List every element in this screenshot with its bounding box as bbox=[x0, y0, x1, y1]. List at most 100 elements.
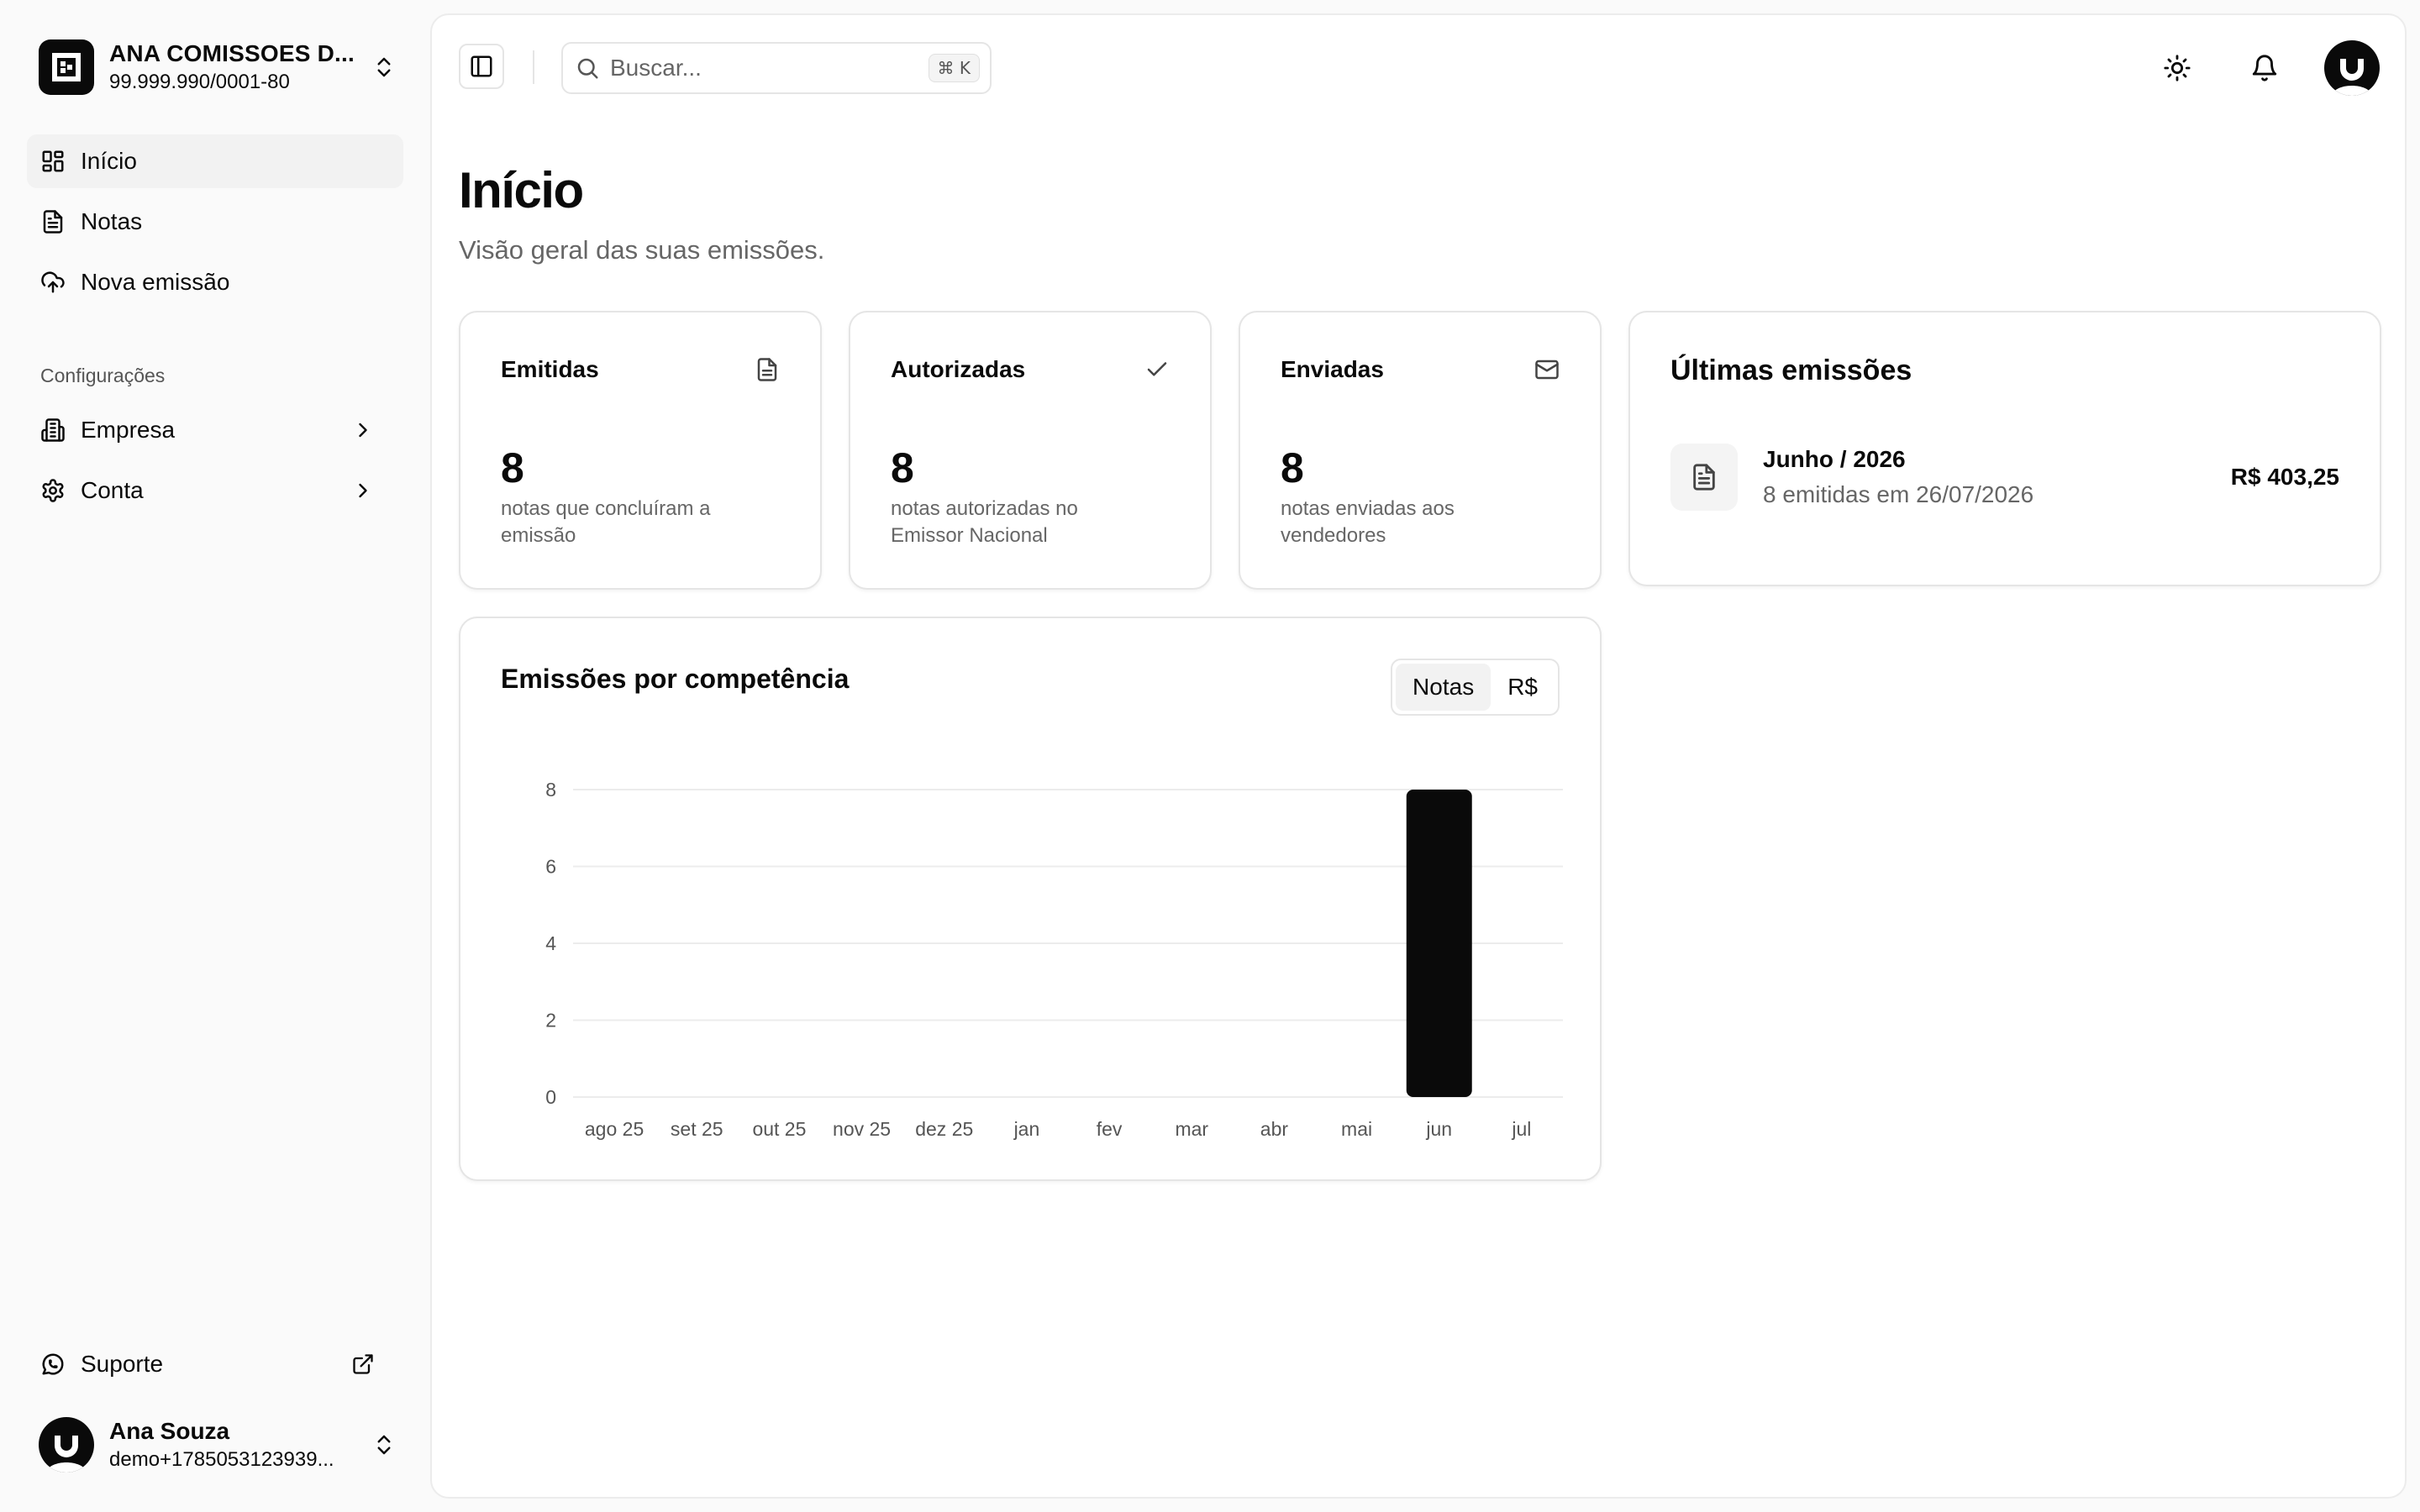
sidebar-toggle-button[interactable] bbox=[459, 44, 504, 89]
whatsapp-icon bbox=[42, 1353, 64, 1375]
theme-toggle-button[interactable] bbox=[2149, 40, 2205, 96]
toggle-reais[interactable]: R$ bbox=[1491, 664, 1555, 711]
chevron-right-icon bbox=[359, 423, 367, 438]
org-cnpj: 99.999.990/0001-80 bbox=[109, 71, 290, 93]
check-icon bbox=[1147, 362, 1167, 376]
building-icon bbox=[41, 418, 65, 442]
user-menu[interactable]: Ana Souza demo+1785053123939... bbox=[39, 1416, 397, 1473]
recent-item-name: Junho / 2026 bbox=[1763, 446, 1906, 472]
stat-desc: notas que concluíram a emissão bbox=[501, 497, 711, 547]
user-name: Ana Souza bbox=[109, 1418, 230, 1444]
nav-item-label: Conta bbox=[81, 477, 144, 503]
file-icon bbox=[757, 358, 777, 381]
nav-item-empresa[interactable]: Empresa bbox=[27, 403, 403, 457]
org-name: ANA COMISSOES D... bbox=[109, 40, 355, 66]
config-section-title: Configurações bbox=[40, 365, 166, 386]
stat-card-emitidas: Emitidas 8 notas que concluíram a emissã… bbox=[459, 311, 822, 590]
recent-item-icon-box bbox=[1670, 444, 1738, 511]
nav-item-label: Notas bbox=[81, 208, 143, 234]
x-tick-label: mai bbox=[1341, 1118, 1372, 1140]
support-label: Suporte bbox=[81, 1351, 164, 1377]
toggle-notas[interactable]: Notas bbox=[1396, 664, 1491, 711]
stat-desc: notas autorizadas no Emissor Nacional bbox=[891, 497, 1078, 547]
top-actions bbox=[2149, 40, 2380, 96]
x-tick-label: nov 25 bbox=[833, 1118, 891, 1140]
x-tick-label: set 25 bbox=[671, 1118, 723, 1140]
bell-icon bbox=[2252, 55, 2277, 81]
x-tick-label: dez 25 bbox=[915, 1118, 973, 1140]
stat-title: Enviadas bbox=[1281, 356, 1384, 382]
stat-title: Emitidas bbox=[501, 356, 599, 382]
y-tick-label: 4 bbox=[545, 932, 556, 954]
avatar bbox=[39, 1417, 94, 1473]
stat-value: 8 bbox=[1281, 444, 1304, 491]
org-switcher[interactable]: ANA COMISSOES D... 99.999.990/0001-80 bbox=[39, 39, 397, 96]
avatar-face-icon bbox=[45, 1436, 87, 1473]
page-subtitle: Visão geral das suas emissões. bbox=[459, 235, 825, 265]
search-icon bbox=[577, 58, 598, 79]
dashboard-icon bbox=[42, 150, 64, 172]
search-input[interactable] bbox=[610, 55, 929, 81]
main-nav: Início Notas Nova emissão bbox=[27, 134, 403, 316]
sidebar: ANA COMISSOES D... 99.999.990/0001-80 In… bbox=[0, 0, 430, 1512]
x-tick-label: ago 25 bbox=[585, 1118, 644, 1140]
chevron-right-icon bbox=[359, 483, 367, 498]
main-panel: ⌘ K Início Visão geral das suas emissões… bbox=[430, 13, 2407, 1499]
x-tick-label: fev bbox=[1097, 1118, 1123, 1140]
config-nav: Empresa Conta bbox=[27, 403, 403, 524]
stat-title: Autorizadas bbox=[891, 356, 1026, 382]
x-tick-label: abr bbox=[1260, 1118, 1289, 1140]
search-shortcut: ⌘ K bbox=[928, 54, 980, 82]
x-tick-label: jun bbox=[1425, 1118, 1452, 1140]
nav-item-label: Início bbox=[81, 148, 137, 174]
x-tick-label: out 25 bbox=[752, 1118, 806, 1140]
notifications-button[interactable] bbox=[2237, 40, 2292, 96]
recent-item[interactable]: Junho / 2026 8 emitidas em 26/07/2026 R$… bbox=[1670, 442, 2339, 512]
avatar-face-icon bbox=[2331, 59, 2373, 96]
toolbar-divider bbox=[533, 50, 534, 84]
nav-item-label: Empresa bbox=[81, 417, 176, 443]
y-tick-label: 2 bbox=[545, 1010, 556, 1032]
bar[interactable] bbox=[1406, 790, 1472, 1097]
chevrons-up-down-icon bbox=[377, 57, 391, 77]
recent-title: Últimas emissões bbox=[1670, 354, 1912, 386]
stat-card-enviadas: Enviadas 8 notas enviadas aos vendedores bbox=[1239, 311, 1602, 590]
nav-item-conta[interactable]: Conta bbox=[27, 464, 403, 517]
file-text-icon bbox=[1693, 464, 1715, 491]
x-tick-label: mar bbox=[1175, 1118, 1208, 1140]
nav-item-nova-emissao[interactable]: Nova emissão bbox=[27, 255, 403, 309]
page-title: Início bbox=[459, 162, 584, 218]
x-tick-label: jul bbox=[1511, 1118, 1531, 1140]
mail-icon bbox=[1535, 360, 1559, 380]
file-text-icon bbox=[43, 210, 63, 234]
support-section: Suporte bbox=[27, 1337, 403, 1398]
user-email: demo+1785053123939... bbox=[109, 1448, 334, 1471]
nav-item-label: Nova emissão bbox=[81, 269, 230, 295]
x-tick-label: jan bbox=[1013, 1118, 1040, 1140]
stat-card-autorizadas: Autorizadas 8 notas autorizadas no Emiss… bbox=[849, 311, 1212, 590]
search-box[interactable]: ⌘ K bbox=[561, 42, 992, 94]
header-avatar[interactable] bbox=[2324, 40, 2380, 96]
stat-desc: notas enviadas aos vendedores bbox=[1281, 497, 1455, 547]
recent-item-sub: 8 emitidas em 26/07/2026 bbox=[1763, 481, 2034, 507]
cloud-upload-icon bbox=[41, 271, 65, 293]
y-tick-label: 0 bbox=[545, 1086, 556, 1108]
stat-value: 8 bbox=[891, 444, 914, 491]
y-tick-label: 8 bbox=[545, 779, 556, 801]
chart-title: Emissões por competência bbox=[501, 664, 850, 694]
nav-item-notas[interactable]: Notas bbox=[27, 195, 403, 249]
chart-mode-toggle: Notas R$ bbox=[1391, 659, 1560, 716]
gear-icon bbox=[42, 479, 64, 502]
chart-card: Emissões por competência Notas R$ 0 2 4 6 8 a… bbox=[459, 617, 1602, 1181]
chevrons-up-down-icon bbox=[377, 1435, 391, 1455]
org-logo-icon bbox=[52, 53, 81, 81]
y-tick-label: 6 bbox=[545, 856, 556, 878]
external-link-icon bbox=[353, 1354, 373, 1374]
support-link[interactable]: Suporte bbox=[27, 1337, 403, 1391]
stat-value: 8 bbox=[501, 444, 524, 491]
nav-item-inicio[interactable]: Início bbox=[27, 134, 403, 188]
bar-chart: 0 2 4 6 8 ago 25 set 25 out 25 nov 25 dez 25 jan fe… bbox=[545, 779, 1563, 1140]
sun-icon bbox=[2164, 55, 2191, 81]
recent-item-amount: R$ 403,25 bbox=[2230, 464, 2339, 490]
org-logo bbox=[39, 39, 94, 95]
